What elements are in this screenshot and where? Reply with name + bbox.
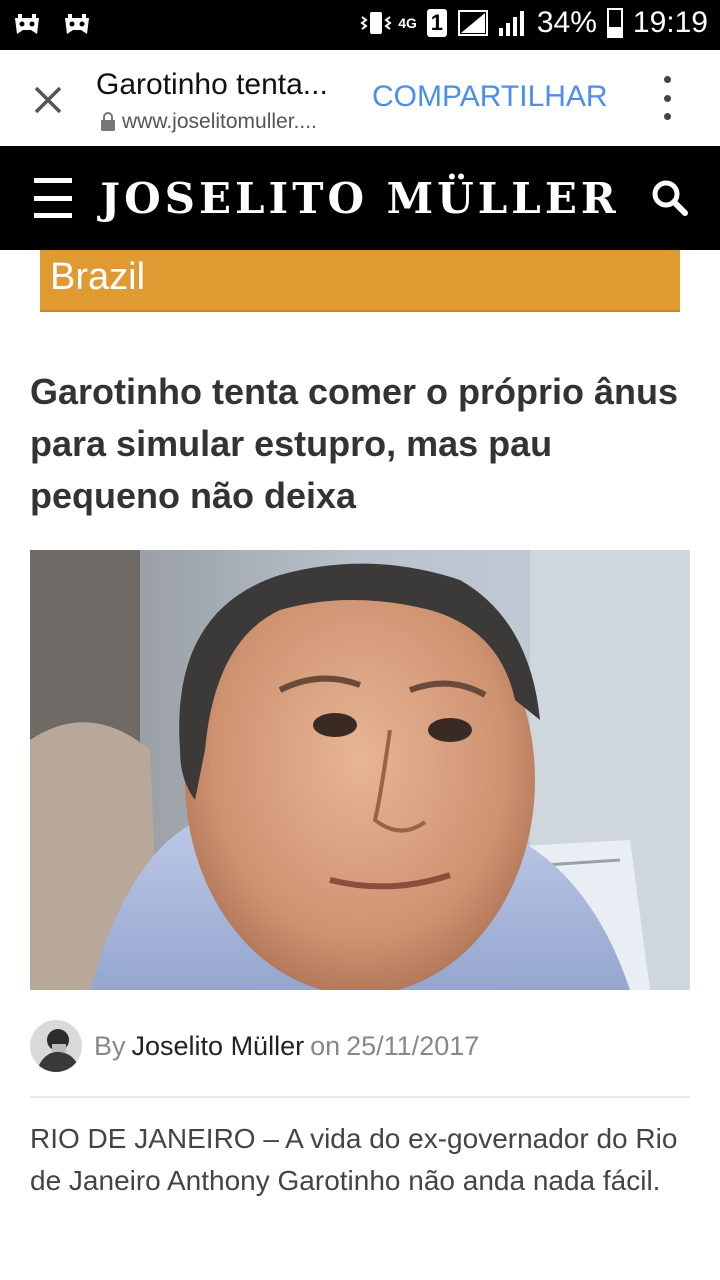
close-button[interactable] [26,78,70,122]
close-icon [34,86,62,114]
article-headline: Garotinho tenta comer o próprio ânus par… [30,371,679,516]
category-label: Brazil [50,256,146,298]
site-header: JOSELITO MÜLLER [0,146,720,250]
battery-icon [606,8,623,38]
search-icon[interactable] [648,176,692,220]
avatar[interactable] [30,1020,82,1072]
page-url: www.joselitomuller.... [100,110,317,134]
article-photo [30,550,690,990]
share-button[interactable]: COMPARTILHAR [372,80,608,114]
status-bar: 4G 1 34% 19:19 [0,0,720,50]
signal-icon [457,8,488,38]
more-options-button[interactable] [652,76,682,120]
page-title: Garotinho tenta... [96,68,328,101]
by-label: By [94,1030,126,1061]
battery-percent: 34% [536,6,597,39]
lock-icon [101,112,115,131]
url-text: www.joselitomuller.... [122,110,317,133]
game-controller-icon [12,10,42,40]
publish-date: 25/11/2017 [346,1030,480,1061]
signal-bars-icon [497,8,527,38]
site-logo[interactable]: JOSELITO MÜLLER [0,174,720,223]
browser-toolbar: Garotinho tenta... www.joselitomuller...… [0,50,720,146]
article-body: RIO DE JANEIRO – A vida do ex-governador… [30,1123,678,1196]
byline: By Joselito Müller on 25/11/2017 [30,1018,479,1074]
game-controller-icon [62,10,92,40]
on-label: on [310,1030,341,1061]
clock: 19:19 [632,6,708,39]
vibrate-icon [358,8,392,38]
category-badge[interactable]: Brazil [40,250,680,312]
sim-slot-badge: 1 [426,9,447,37]
author-link[interactable]: Joselito Müller [132,1031,305,1062]
network-type: 4G [398,15,417,31]
divider [30,1096,690,1098]
